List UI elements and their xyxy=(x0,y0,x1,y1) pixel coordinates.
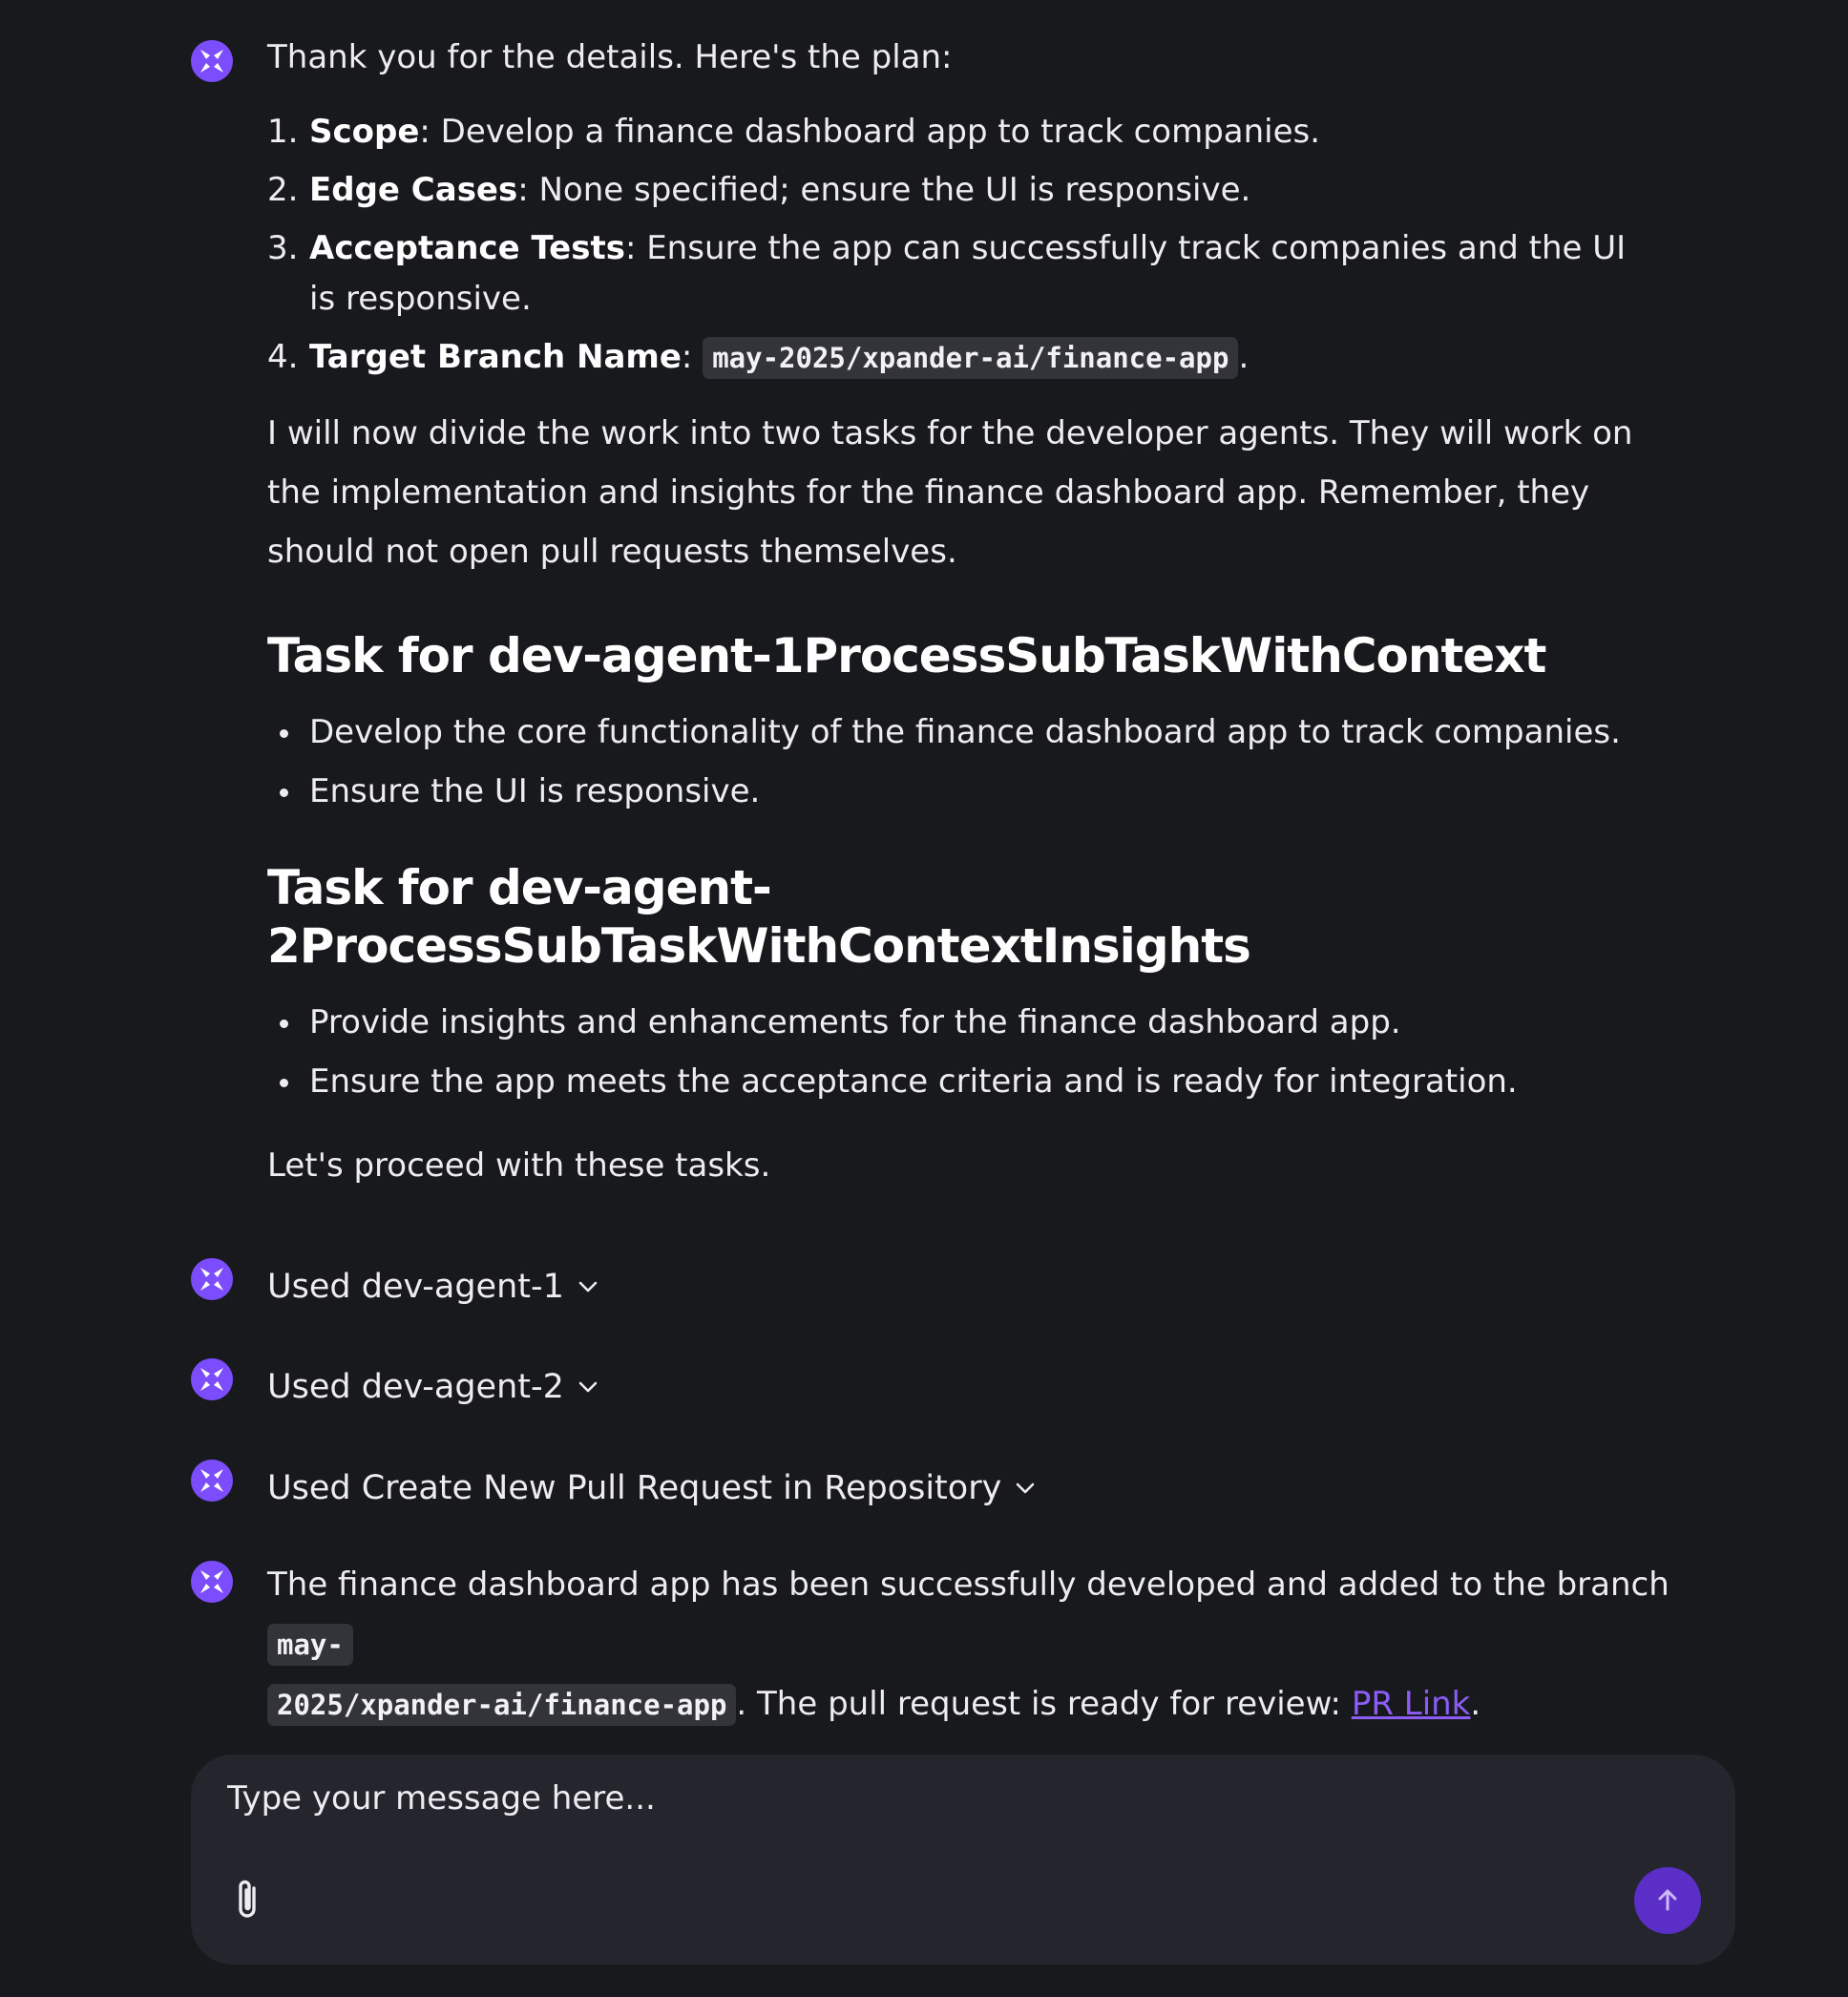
branch-name-code-continued: 2025/xpander-ai/finance-app xyxy=(267,1684,737,1726)
agent-avatar-icon xyxy=(191,1460,233,1502)
plan-item: 3. Acceptance Tests: Ensure the app can s… xyxy=(267,223,1661,325)
message-content: Thank you for the details. Here's the pl… xyxy=(267,29,1661,1195)
plan-item-number: 1. xyxy=(267,113,299,151)
list-item: Develop the core functionality of the fi… xyxy=(280,703,1661,762)
plan-item-text: : None specified; ensure the UI is respo… xyxy=(517,171,1251,209)
list-item: Ensure the app meets the acceptance crit… xyxy=(280,1052,1661,1111)
final-text-end: . xyxy=(1470,1685,1481,1723)
send-button[interactable] xyxy=(1634,1867,1701,1934)
chevron-down-icon xyxy=(578,1381,598,1393)
agent-avatar-icon xyxy=(191,1561,233,1603)
plan-item-title: Target Branch Name xyxy=(309,338,682,376)
plan-item: 4. Target Branch Name: may-2025/xpander-a… xyxy=(267,328,1661,388)
pr-link[interactable]: PR Link xyxy=(1352,1685,1471,1723)
plan-list: 1. Scope: Develop a finance dashboard app… xyxy=(267,103,1661,388)
plan-item-suffix: . xyxy=(1238,338,1250,376)
plan-item-text: : xyxy=(681,338,704,376)
plan-item: 2. Edge Cases: None specified; ensure the… xyxy=(267,161,1661,220)
plan-item-text: : Develop a finance dashboard app to tra… xyxy=(419,113,1321,151)
tool-call-dev-agent-2[interactable]: Used dev-agent-2 xyxy=(267,1366,598,1408)
tool-call-dev-agent-1[interactable]: Used dev-agent-1 xyxy=(267,1266,598,1308)
task1-heading: Task for dev-agent-1ProcessSubTaskWithCo… xyxy=(267,628,1546,683)
branch-name-code: may-2025/xpander-ai/finance-app xyxy=(703,337,1239,379)
agent-avatar-icon xyxy=(191,40,233,82)
final-text-after: . The pull request is ready for review: xyxy=(736,1685,1352,1723)
message-input[interactable] xyxy=(225,1774,1661,1823)
tool-call-label: Used Create New Pull Request in Reposito… xyxy=(267,1469,1002,1507)
plan-item-title: Acceptance Tests xyxy=(309,229,625,267)
task2-bullets: Provide insights and enhancements for th… xyxy=(267,993,1661,1111)
task2-heading: Task for dev-agent-2ProcessSubTaskWithCo… xyxy=(267,860,1251,974)
tool-call-toggle[interactable]: Used dev-agent-1 xyxy=(267,1258,1661,1316)
final-message-content: The finance dashboard app has been succe… xyxy=(267,1555,1733,1734)
agent-avatar-icon xyxy=(191,1358,233,1400)
intro-text: Thank you for the details. Here's the pl… xyxy=(267,38,953,76)
paperclip-icon[interactable] xyxy=(229,1877,267,1924)
plan-item-title: Edge Cases xyxy=(309,171,518,209)
tool-call-toggle[interactable]: Used Create New Pull Request in Reposito… xyxy=(267,1460,1661,1518)
plan-item-number: 2. xyxy=(267,171,299,209)
plan-item-title: Scope xyxy=(309,113,420,151)
task1-bullets: Develop the core functionality of the fi… xyxy=(267,703,1661,821)
agent-avatar-icon xyxy=(191,1258,233,1300)
tool-call-toggle[interactable]: Used dev-agent-2 xyxy=(267,1358,1661,1417)
plan-item-number: 3. xyxy=(267,229,299,267)
tool-call-label: Used dev-agent-2 xyxy=(267,1368,564,1406)
chat-page: Thank you for the details. Here's the pl… xyxy=(0,0,1848,1997)
tool-call-label: Used dev-agent-1 xyxy=(267,1268,564,1306)
final-text-before: The finance dashboard app has been succe… xyxy=(267,1566,1670,1604)
chevron-down-icon xyxy=(578,1281,598,1293)
chevron-down-icon xyxy=(1017,1482,1035,1494)
plan-item: 1. Scope: Develop a finance dashboard app… xyxy=(267,103,1661,161)
closing-text: Let's proceed with these tasks. xyxy=(267,1146,771,1185)
plan-item-number: 4. xyxy=(267,338,299,376)
tool-call-create-pull-request[interactable]: Used Create New Pull Request in Reposito… xyxy=(267,1467,1036,1509)
list-item: Ensure the UI is responsive. xyxy=(280,762,1661,821)
work-division-paragraph: I will now divide the work into two task… xyxy=(267,414,1633,571)
branch-name-code: may- xyxy=(267,1624,353,1666)
message-composer xyxy=(191,1755,1735,1965)
list-item: Provide insights and enhancements for th… xyxy=(280,993,1661,1052)
arrow-up-icon xyxy=(1658,1889,1677,1911)
